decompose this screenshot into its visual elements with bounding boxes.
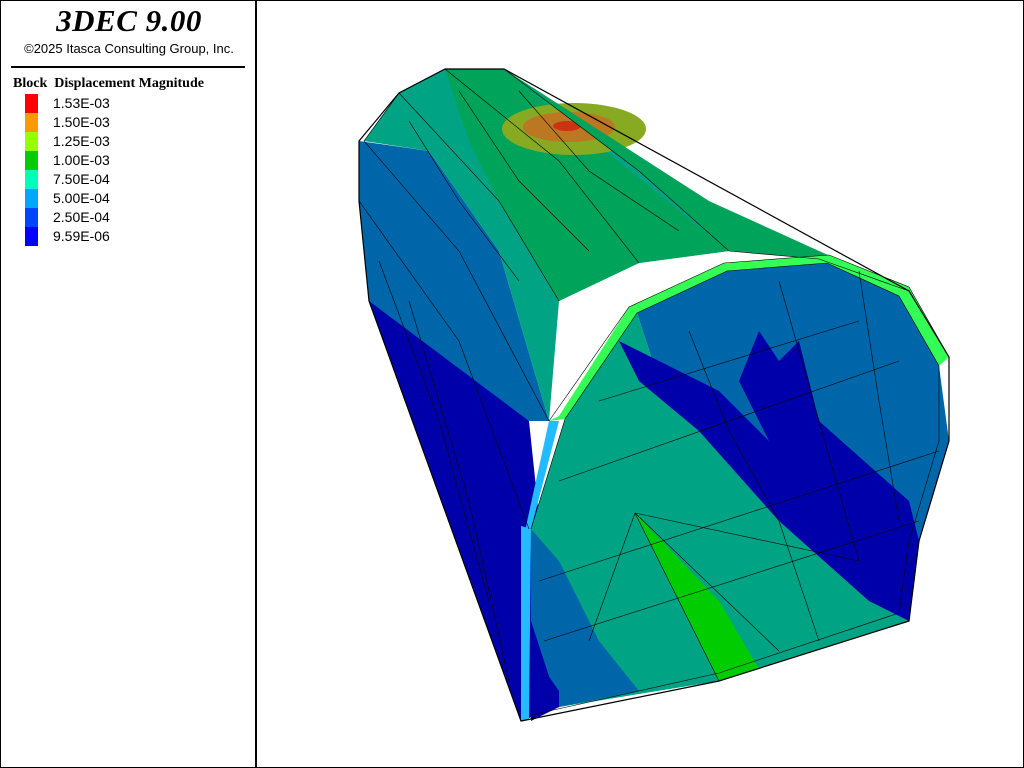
legend-swatch — [25, 151, 38, 170]
legend-divider — [11, 66, 245, 68]
copyright-text: ©2025 Itasca Consulting Group, Inc. — [24, 41, 234, 56]
legend-panel: 3DEC 9.00 ©2025 Itasca Consulting Group,… — [1, 1, 257, 767]
legend-label: 1.25E-03 — [53, 133, 110, 149]
legend-label: 1.53E-03 — [53, 95, 110, 111]
app-title: 3DEC 9.00 — [56, 3, 202, 38]
legend-swatch — [25, 113, 38, 132]
legend-swatch — [25, 170, 38, 189]
legend-label: 1.00E-03 — [53, 152, 110, 168]
legend-label: 7.50E-04 — [53, 171, 110, 187]
legend-label: 1.50E-03 — [53, 114, 110, 130]
legend-label: 9.59E-06 — [53, 228, 110, 244]
legend-label: 2.50E-04 — [53, 209, 110, 225]
legend-heading: Block Displacement Magnitude — [13, 76, 204, 91]
legend-swatch — [25, 189, 38, 208]
legend-swatch — [25, 227, 38, 246]
legend-swatch — [25, 208, 38, 227]
tunnel-inner-surface — [531, 263, 949, 721]
model-viewport[interactable] — [259, 1, 1023, 767]
legend-swatch — [25, 132, 38, 151]
tunnel-model-render — [358, 68, 950, 722]
3dec-plot-window: 3DEC 9.00 ©2025 Itasca Consulting Group,… — [0, 0, 1024, 768]
legend-swatch — [25, 94, 38, 113]
legend-label: 5.00E-04 — [53, 190, 110, 206]
